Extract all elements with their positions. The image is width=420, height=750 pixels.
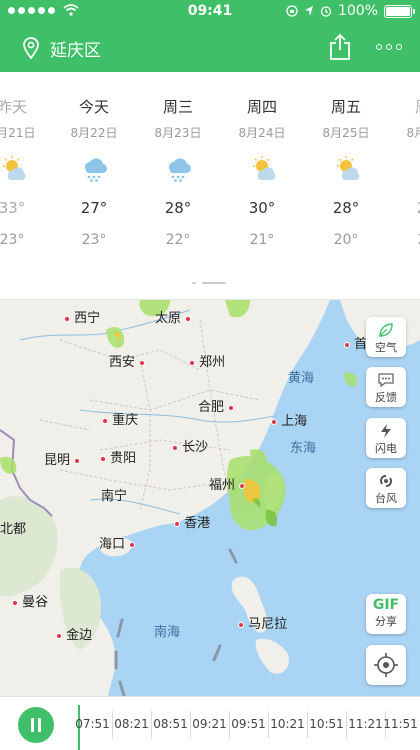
day-low: 23° — [81, 232, 107, 248]
air-quality-button[interactable]: 空气 — [366, 317, 406, 357]
tool-label: 反馈 — [375, 391, 397, 404]
lock-rotation-icon — [286, 5, 298, 17]
location-name[interactable]: 延庆区 — [50, 36, 101, 61]
timeline-tick[interactable]: 10:51 — [307, 717, 346, 731]
gif-title: GIF — [372, 597, 400, 613]
crosshair-icon — [374, 653, 398, 677]
city-label: 合肥 — [198, 396, 235, 415]
pause-button[interactable] — [18, 707, 54, 743]
location-arrow-icon — [304, 6, 313, 16]
lightning-icon — [381, 424, 391, 438]
day-date: 8月24日 — [238, 126, 286, 140]
timeline-bar[interactable]: 07:51 08:21 08:51 09:21 09:51 10:21 10:5… — [0, 696, 420, 750]
partly-sunny-icon — [416, 154, 420, 182]
day-high: 28° — [332, 199, 360, 217]
city-label: 香港 — [174, 512, 210, 531]
timeline-tick[interactable]: 11:51 — [381, 717, 420, 731]
timeline-tick[interactable]: 11:21 — [346, 717, 385, 731]
forecast-panel[interactable]: 昨天 8月21日 33° 23° 今天 8月22日 27° 23° 周三 8月2… — [0, 72, 420, 300]
alarm-icon — [320, 6, 332, 17]
battery-icon — [384, 4, 415, 18]
sea-label: 黄海 — [288, 371, 315, 386]
tool-label: 闪电 — [375, 442, 397, 455]
typhoon-icon — [380, 475, 392, 487]
city-label: 长沙 — [172, 436, 208, 455]
gif-share-button[interactable]: GIF 分享 — [366, 594, 406, 634]
day-high: 30° — [248, 199, 276, 217]
timeline-tick[interactable]: 09:21 — [190, 717, 229, 731]
city-label: 郑州 — [189, 351, 225, 370]
status-bar: 09:41 100% — [0, 0, 420, 24]
day-name: 周三 — [162, 98, 193, 116]
day-name: 周四 — [246, 98, 277, 116]
city-label: 福州 — [209, 474, 246, 493]
city-label: 昆明 — [44, 449, 81, 468]
typhoon-button[interactable]: 台风 — [366, 468, 406, 508]
feedback-button[interactable]: 反馈 — [366, 367, 406, 407]
share-icon[interactable] — [328, 33, 352, 61]
day-date: 8月23日 — [154, 126, 202, 140]
day-name: 昨天 — [0, 98, 27, 116]
tool-label: 空气 — [375, 341, 397, 354]
cloud-snow-icon — [169, 158, 192, 182]
day-high: 28° — [164, 199, 192, 217]
day-low: 21° — [249, 232, 275, 248]
city-label: 西安 — [109, 351, 146, 370]
battery-percent: 100% — [337, 3, 378, 19]
timeline-tick[interactable]: 08:21 — [112, 717, 151, 731]
city-label: 马尼拉 — [238, 613, 287, 632]
tool-label: 台风 — [375, 492, 397, 505]
drag-handle[interactable] — [192, 282, 228, 286]
day-low: 23° — [0, 232, 25, 248]
more-icon[interactable] — [376, 44, 402, 50]
day-date: 8月25日 — [322, 126, 370, 140]
app-header: 延庆区 — [0, 24, 420, 72]
day-low: 20° — [388, 232, 420, 248]
city-label: 上海 — [271, 410, 307, 429]
leaf-icon — [379, 323, 393, 337]
day-date: 8月26日 — [406, 126, 420, 140]
sea-label: 东海 — [290, 441, 317, 456]
day-high: 28° — [388, 199, 420, 217]
city-label: 金边 — [56, 624, 92, 643]
timeline-tick[interactable]: 09:51 — [229, 717, 268, 731]
cloud-snow-icon — [85, 158, 108, 182]
day-name: 周五 — [330, 98, 361, 116]
day-low: 20° — [333, 232, 359, 248]
chat-bubble-icon — [378, 373, 394, 388]
timeline-tick[interactable]: 07:51 — [73, 717, 112, 731]
day-low: 22° — [165, 232, 191, 248]
city-label: 首 — [344, 333, 367, 352]
locate-button[interactable] — [366, 645, 406, 685]
day-high: 27° — [80, 199, 108, 217]
day-high: 33° — [0, 199, 26, 217]
partly-sunny-icon — [337, 156, 360, 180]
gif-label: 分享 — [375, 615, 397, 628]
city-label: 南宁 — [101, 489, 128, 504]
city-label: 曼谷 — [12, 591, 48, 610]
city-label: 北都 — [0, 522, 27, 537]
day-date: 8月21日 — [0, 126, 36, 140]
city-label: 太原 — [155, 307, 192, 326]
location-pin-icon[interactable] — [22, 36, 40, 60]
partly-sunny-icon — [3, 156, 26, 180]
city-label: 重庆 — [102, 409, 138, 428]
day-name: 周六 — [388, 96, 420, 117]
sea-label: 南海 — [154, 625, 181, 640]
city-label: 西宁 — [64, 307, 100, 326]
timeline-tick[interactable]: 10:21 — [268, 717, 307, 731]
city-label: 贵阳 — [100, 447, 136, 466]
lightning-button[interactable]: 闪电 — [366, 418, 406, 458]
radar-map[interactable]: 西宁 太原 首 西安 郑州 合肥 重庆 上海 长沙 昆明 贵阳 福州 南宁 香港… — [0, 300, 420, 696]
day-name: 今天 — [78, 98, 109, 116]
partly-sunny-icon — [253, 156, 276, 180]
city-label: 海口 — [99, 533, 136, 552]
timeline-tick[interactable]: 08:51 — [151, 717, 190, 731]
day-date: 8月22日 — [70, 126, 118, 140]
